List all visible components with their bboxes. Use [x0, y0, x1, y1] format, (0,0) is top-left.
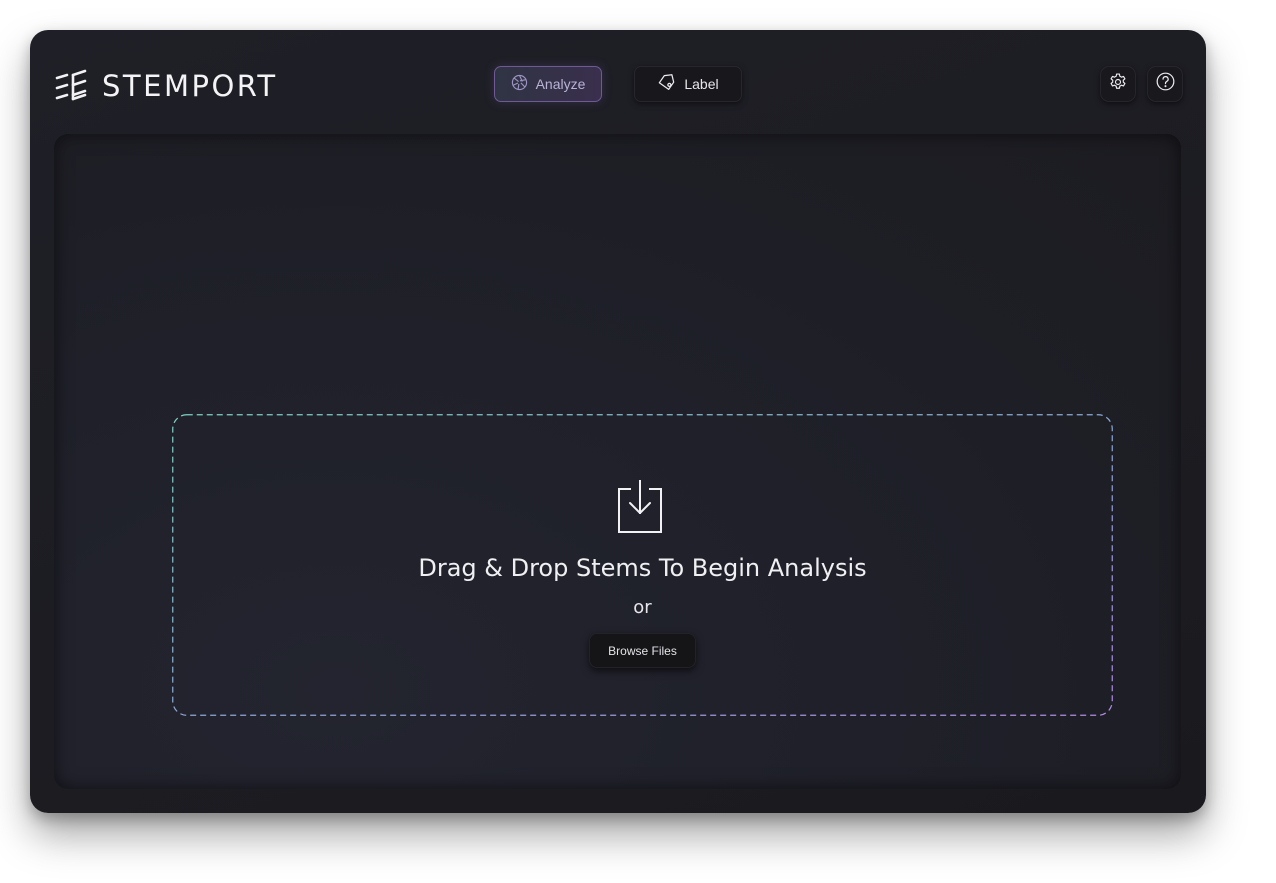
help-button[interactable] [1147, 66, 1183, 102]
tab-label-label: Label [684, 76, 719, 92]
app-logo: STEMPORT [54, 68, 278, 104]
file-dropzone[interactable]: Drag & Drop Stems To Begin Analysis or B… [172, 414, 1113, 716]
gear-icon [1108, 72, 1128, 97]
dropzone-title: Drag & Drop Stems To Begin Analysis [418, 554, 867, 582]
help-circle-icon [1155, 71, 1176, 97]
download-into-tray-icon [616, 480, 664, 539]
app-window: STEMPORT Analyze Label Drag & Drop Stems… [30, 30, 1206, 813]
main-panel: Drag & Drop Stems To Begin Analysis or B… [54, 134, 1181, 789]
tab-analyze-label: Analyze [535, 76, 586, 92]
settings-button[interactable] [1100, 66, 1136, 102]
tab-label[interactable]: Label [634, 66, 742, 102]
app-name: STEMPORT [102, 69, 278, 103]
dropzone-or-text: or [633, 597, 652, 618]
stemport-logo-icon [54, 69, 88, 103]
tab-analyze[interactable]: Analyze [494, 66, 602, 102]
tag-icon [657, 73, 676, 95]
browse-files-button[interactable]: Browse Files [589, 633, 696, 668]
aperture-icon [511, 74, 528, 94]
